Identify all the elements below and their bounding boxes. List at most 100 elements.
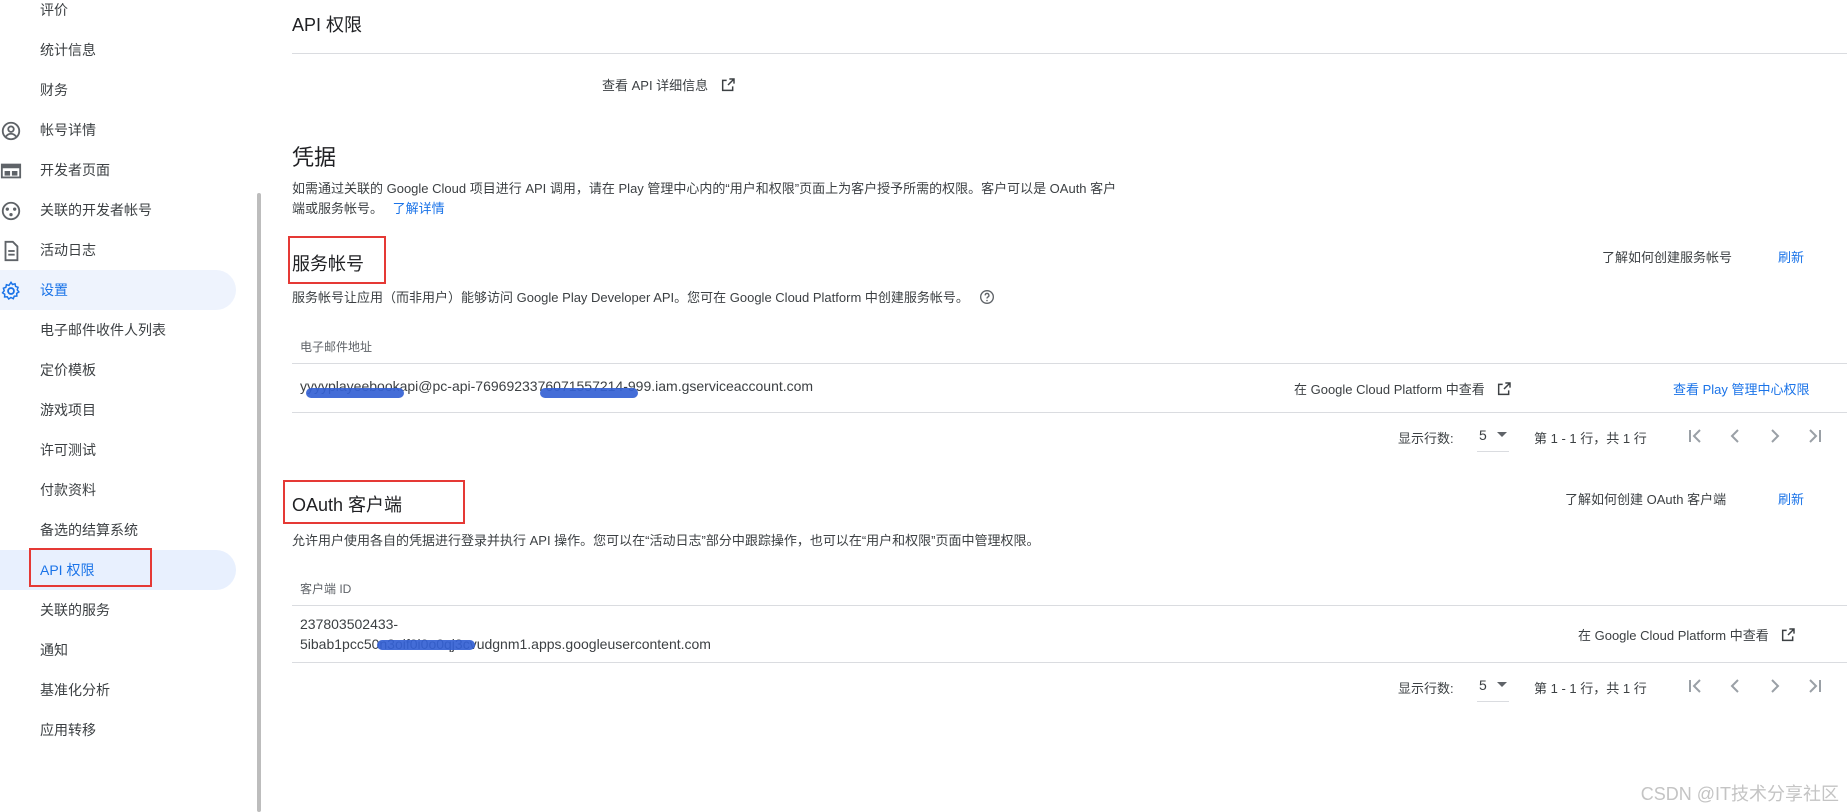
sidebar: 评价 统计信息 财务 帐号详情 开发者页面 关联的开发者帐号 活动日志 设置 电…	[0, 0, 262, 812]
sidebar-item-label: 应用转移	[40, 722, 96, 738]
sidebar-item-app-transfer[interactable]: 应用转移	[0, 710, 236, 750]
credentials-description-line1: 如需通过关联的 Google Cloud 项目进行 API 调用，请在 Play…	[292, 181, 1117, 196]
table-row: 237803502433- 5ibab1pcc50n3oif0i0o0qj3cv…	[292, 606, 1847, 662]
view-api-details-label: 查看 API 详细信息	[602, 78, 709, 93]
sidebar-item-developer-page[interactable]: 开发者页面	[0, 150, 236, 190]
redaction-mark	[306, 388, 404, 398]
rows-per-page-label: 显示行数:	[1398, 431, 1454, 446]
first-page-icon[interactable]	[1683, 674, 1707, 698]
rows-per-page-select[interactable]: 5	[1479, 427, 1507, 443]
annotation-box-api-access	[29, 548, 152, 587]
sidebar-item-reviews[interactable]: 评价	[0, 0, 236, 30]
sidebar-item-settings[interactable]: 设置	[0, 270, 236, 310]
main-content: API 权限 查看 API 详细信息 凭据 如需通过关联的 Google Clo…	[292, 0, 1847, 812]
select-underline	[1477, 451, 1509, 452]
table-row-divider	[292, 412, 1847, 413]
sidebar-item-game-projects[interactable]: 游戏项目	[0, 390, 236, 430]
sidebar-item-linked-developer-accounts[interactable]: 关联的开发者帐号	[0, 190, 236, 230]
sidebar-item-label: 关联的服务	[40, 602, 110, 618]
next-page-icon[interactable]	[1763, 674, 1787, 698]
service-accounts-refresh-button[interactable]: 刷新	[1778, 247, 1804, 266]
open-in-new-icon	[720, 77, 736, 93]
sidebar-item-activity-log[interactable]: 活动日志	[0, 230, 236, 270]
gear-icon	[0, 280, 22, 302]
rows-per-page-label: 显示行数:	[1398, 681, 1454, 696]
previous-page-icon[interactable]	[1723, 424, 1747, 448]
web-page-icon	[0, 160, 22, 182]
sidebar-item-notifications[interactable]: 通知	[0, 630, 236, 670]
view-play-console-permissions-link[interactable]: 查看 Play 管理中心权限	[1673, 379, 1810, 398]
rows-per-page-value: 5	[1479, 677, 1487, 693]
help-icon[interactable]	[979, 289, 995, 308]
pagination-range: 第 1 - 1 行，共 1 行	[1534, 431, 1647, 446]
sidebar-item-label: 关联的开发者帐号	[40, 202, 152, 218]
annotation-box-service-accounts	[288, 236, 386, 284]
pagination-range: 第 1 - 1 行，共 1 行	[1534, 681, 1647, 696]
credentials-description: 如需通过关联的 Google Cloud 项目进行 API 调用，请在 Play…	[292, 179, 1212, 219]
oauth-client-id: 237803502433- 5ibab1pcc50n3oif0i0o0qj3cv…	[300, 614, 711, 654]
chevron-down-icon	[1496, 432, 1507, 437]
sidebar-scrollbar[interactable]	[257, 193, 261, 812]
sidebar-item-label: 帐号详情	[40, 122, 96, 138]
first-page-icon[interactable]	[1683, 424, 1707, 448]
watermark: CSDN @IT技术分享社区	[1640, 784, 1839, 804]
previous-page-icon[interactable]	[1723, 674, 1747, 698]
open-in-new-icon	[1496, 381, 1512, 397]
table-row: yyyyplayeebookapi@pc-api-769692337607155…	[292, 364, 1847, 412]
sidebar-item-account-details[interactable]: 帐号详情	[0, 110, 236, 150]
table-row-divider	[292, 662, 1847, 663]
account-circle-icon	[0, 120, 22, 142]
sidebar-item-label: 通知	[40, 642, 68, 658]
view-in-gcp-label: 在 Google Cloud Platform 中查看	[1578, 628, 1769, 643]
sidebar-item-label: 设置	[40, 282, 68, 298]
sidebar-item-label: 游戏项目	[40, 402, 96, 418]
last-page-icon[interactable]	[1803, 424, 1827, 448]
oauth-clients-description: 允许用户使用各自的凭据进行登录并执行 API 操作。您可以在“活动日志”部分中跟…	[292, 533, 1040, 548]
sidebar-item-linked-services[interactable]: 关联的服务	[0, 590, 236, 630]
redaction-mark	[540, 388, 638, 398]
view-api-details-link[interactable]: 查看 API 详细信息	[602, 75, 736, 94]
sidebar-item-alternative-billing[interactable]: 备选的结算系统	[0, 510, 236, 550]
sidebar-item-email-lists[interactable]: 电子邮件收件人列表	[0, 310, 236, 350]
rows-per-page-value: 5	[1479, 427, 1487, 443]
learn-create-oauth-client-link[interactable]: 了解如何创建 OAuth 客户端	[1565, 489, 1726, 508]
sidebar-item-statistics[interactable]: 统计信息	[0, 30, 236, 70]
view-in-gcp-link[interactable]: 在 Google Cloud Platform 中查看	[1578, 625, 1796, 644]
service-accounts-description-text: 服务帐号让应用（而非用户）能够访问 Google Play Developer …	[292, 290, 969, 305]
sidebar-item-label: 定价模板	[40, 362, 96, 378]
sidebar-item-benchmarking[interactable]: 基准化分析	[0, 670, 236, 710]
open-in-new-icon	[1780, 627, 1796, 643]
learn-more-link[interactable]: 了解详情	[393, 201, 445, 216]
sidebar-item-label: 财务	[40, 82, 68, 98]
last-page-icon[interactable]	[1803, 674, 1827, 698]
sidebar-item-label: 统计信息	[40, 42, 96, 58]
oauth-client-id-line1: 237803502433-	[300, 616, 399, 632]
service-accounts-description: 服务帐号让应用（而非用户）能够访问 Google Play Developer …	[292, 287, 995, 308]
credentials-heading: 凭据	[292, 145, 337, 170]
redaction-mark	[377, 640, 475, 650]
sidebar-item-license-testing[interactable]: 许可测试	[0, 430, 236, 470]
sidebar-item-label: 基准化分析	[40, 682, 110, 698]
view-in-gcp-label: 在 Google Cloud Platform 中查看	[1294, 382, 1485, 397]
sidebar-item-finance[interactable]: 财务	[0, 70, 236, 110]
sidebar-item-label: 评价	[40, 2, 68, 18]
credentials-description-line2: 端或服务帐号。	[292, 201, 384, 216]
view-in-gcp-link[interactable]: 在 Google Cloud Platform 中查看	[1294, 379, 1512, 398]
rows-per-page-select[interactable]: 5	[1479, 677, 1507, 693]
select-underline	[1477, 701, 1509, 702]
oauth-clients-refresh-button[interactable]: 刷新	[1778, 489, 1804, 508]
annotation-box-oauth-clients	[283, 480, 465, 524]
sidebar-item-payments-profile[interactable]: 付款资料	[0, 470, 236, 510]
linked-accounts-icon	[0, 200, 22, 222]
sidebar-item-label: 付款资料	[40, 482, 96, 498]
learn-create-service-account-link[interactable]: 了解如何创建服务帐号	[1602, 247, 1732, 266]
column-header-client-id: 客户端 ID	[300, 582, 352, 596]
sidebar-item-label: 许可测试	[40, 442, 96, 458]
oauth-client-id-line2: 5ibab1pcc50n3oif0i0o0qj3cvudgnm1.apps.go…	[300, 636, 711, 652]
chevron-down-icon	[1496, 682, 1507, 687]
title-divider	[292, 53, 1847, 54]
document-icon	[0, 240, 22, 262]
next-page-icon[interactable]	[1763, 424, 1787, 448]
sidebar-item-label: 活动日志	[40, 242, 96, 258]
sidebar-item-pricing-templates[interactable]: 定价模板	[0, 350, 236, 390]
